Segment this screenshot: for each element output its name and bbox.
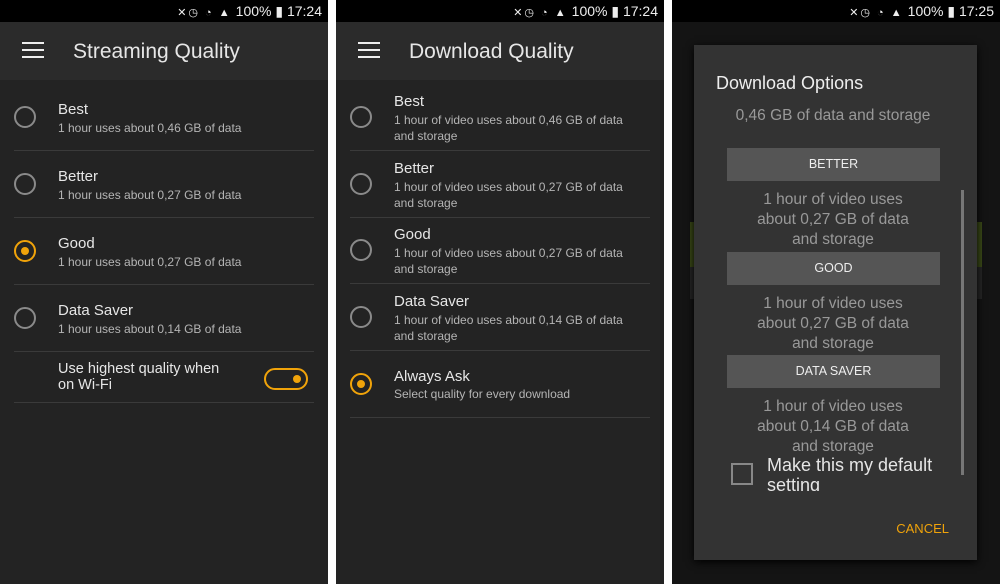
status-bar: ✕◷ ◔ ▲ 100% ▮ 17:25 — [672, 0, 1000, 22]
quality-button[interactable]: BETTER — [727, 148, 940, 181]
download-option[interactable]: Best 1 hour of video uses about 0,46 GB … — [350, 84, 650, 151]
status-bar: ✕◷ ◔ ▲ 100% ▮ 17:24 — [0, 0, 328, 22]
option-description: 1 hour uses about 0,27 GB of data — [58, 255, 242, 269]
option-label: Always Ask — [394, 367, 470, 385]
option-description: 1 hour of video uses about 0,46 GB of da… — [394, 113, 623, 143]
radio-button[interactable] — [14, 307, 36, 329]
option-description: 1 hour of video uses about 0,14 GB of da… — [757, 398, 909, 455]
page-title: Download Quality — [409, 40, 574, 63]
radio-button[interactable] — [350, 372, 372, 395]
option-label: Better — [394, 159, 435, 177]
download-options-dialog: Download Options 0,46 GB of data and sto… — [694, 45, 977, 560]
toolbar: Download Quality — [336, 22, 664, 80]
option-description: 1 hour of video uses about 0,27 GB of da… — [394, 179, 623, 210]
radio-button[interactable] — [350, 106, 372, 128]
download-option[interactable]: Good 1 hour of video uses about 0,27 GB … — [350, 217, 650, 285]
status-bar: ✕◷ ◔ ▲ 100% ▮ 17:24 — [336, 0, 664, 22]
option-description: 1 hour of video uses about 0,14 GB of da… — [394, 313, 623, 344]
option-label: Data Saver — [58, 302, 134, 319]
status-icons: ✕◷ ◔ ▲ — [849, 7, 904, 19]
download-option[interactable]: Always Ask Select quality for every down… — [350, 351, 650, 418]
option-label: Good — [58, 235, 95, 252]
option-label: Better — [58, 168, 99, 185]
radio-button[interactable] — [14, 240, 36, 262]
dialog-title: Download Options — [716, 73, 864, 93]
battery-level: 100% — [235, 3, 272, 19]
quality-button[interactable]: DATA SAVER — [727, 355, 940, 388]
battery-level: 100% — [571, 3, 608, 19]
status-icons: ✕◷ ◔ ▲ — [177, 7, 232, 19]
radio-button[interactable] — [350, 306, 372, 329]
menu-icon[interactable] — [358, 42, 380, 58]
radio-button[interactable] — [350, 172, 372, 195]
quality-button[interactable]: GOOD — [727, 251, 940, 285]
default-setting-label[interactable]: Make this my default setting — [767, 455, 947, 491]
clock: 17:25 — [958, 3, 994, 19]
option-description: 1 hour uses about 0,27 GB of data — [58, 188, 242, 202]
streaming-option[interactable]: Best 1 hour uses about 0,46 GB of data — [14, 84, 314, 151]
download-quality-screen: ✕◷ ◔ ▲ 100% ▮ 17:24 Download Quality Best… — [336, 0, 664, 584]
radio-button[interactable] — [14, 173, 36, 195]
option-label: Best — [58, 101, 89, 118]
wifi-quality-toggle[interactable] — [264, 368, 308, 390]
radio-button[interactable] — [14, 106, 36, 128]
toolbar: Streaming Quality — [0, 22, 328, 80]
wifi-quality-toggle-row[interactable]: Use highest quality when on Wi-Fi — [14, 351, 314, 403]
streaming-quality-screen: ✕◷ ◔ ▲ 100% ▮ 17:24 Streaming Quality Bes… — [0, 0, 328, 584]
option-label: Best — [394, 93, 425, 110]
status-icons: ✕◷ ◔ ▲ — [513, 7, 568, 19]
scrollbar[interactable] — [961, 190, 964, 475]
clock: 17:24 — [286, 3, 322, 19]
download-option[interactable]: Data Saver 1 hour of video uses about 0,… — [350, 284, 650, 352]
cancel-button[interactable]: CANCEL — [896, 521, 949, 536]
menu-icon[interactable] — [22, 42, 44, 58]
option-description: 0,46 GB of data and storage — [735, 107, 931, 124]
option-description: 1 hour uses about 0,14 GB of data — [58, 322, 242, 336]
download-option[interactable]: Better 1 hour of video uses about 0,27 G… — [350, 151, 650, 218]
option-description: 1 hour of video uses about 0,27 GB of da… — [757, 191, 909, 248]
battery-level: 100% — [907, 3, 944, 19]
clock: 17:24 — [622, 3, 658, 19]
download-options-screen: ✕◷ ◔ ▲ 100% ▮ 17:25 Download Options 0,46… — [672, 0, 1000, 584]
streaming-option[interactable]: Good 1 hour uses about 0,27 GB of data — [14, 218, 314, 285]
option-description: 1 hour of video uses about 0,27 GB of da… — [394, 246, 623, 277]
option-description: 1 hour of video uses about 0,27 GB of da… — [757, 294, 909, 352]
option-description: 1 hour uses about 0,46 GB of data — [58, 121, 242, 135]
wifi-toggle-label: Use highest quality when on Wi-Fi — [58, 361, 220, 393]
streaming-option[interactable]: Better 1 hour uses about 0,27 GB of data — [14, 151, 314, 218]
option-description: Select quality for every download — [394, 386, 571, 401]
radio-button[interactable] — [350, 239, 372, 262]
option-label: Data Saver — [394, 293, 470, 311]
default-setting-checkbox[interactable] — [731, 463, 753, 485]
option-label: Good — [394, 226, 431, 244]
page-title: Streaming Quality — [73, 40, 240, 63]
streaming-option[interactable]: Data Saver 1 hour uses about 0,14 GB of … — [14, 285, 314, 352]
